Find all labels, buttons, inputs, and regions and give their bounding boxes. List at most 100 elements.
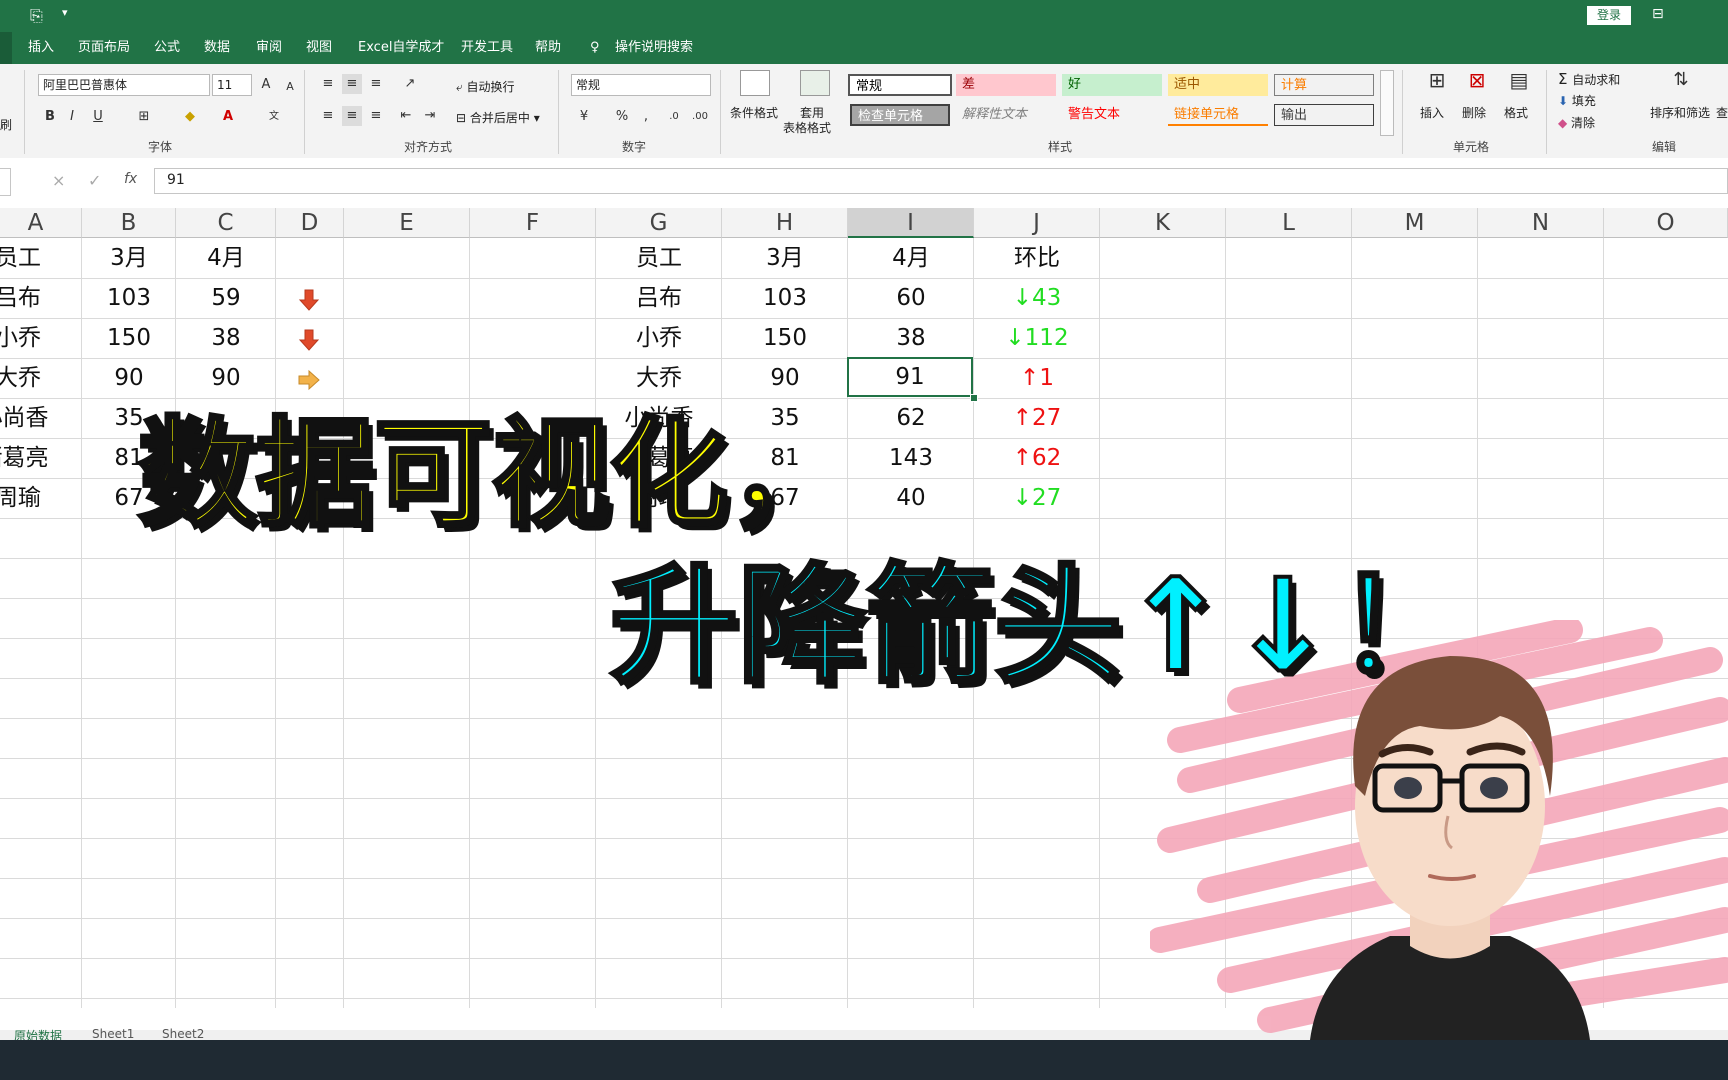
name-box-fragment[interactable] [0, 168, 11, 196]
col-header-d[interactable]: D [276, 208, 344, 238]
tab-data[interactable]: 数据 [204, 32, 230, 64]
cell-j1[interactable]: 环比 [974, 238, 1100, 278]
cell-g1[interactable]: 员工 [596, 238, 722, 278]
col-header-h[interactable]: H [722, 208, 848, 238]
cell-a2[interactable]: 吕布 [0, 278, 58, 318]
cell-i3[interactable]: 38 [848, 318, 974, 358]
font-size-select[interactable]: 11 [212, 74, 252, 96]
col-header-c[interactable]: C [176, 208, 276, 238]
cell-i2[interactable]: 60 [848, 278, 974, 318]
cell-h3[interactable]: 150 [722, 318, 848, 358]
cell-b1[interactable]: 3月 [82, 238, 176, 278]
formula-input[interactable]: 91 [154, 168, 1728, 194]
style-calculation[interactable]: 计算 [1274, 74, 1374, 96]
bold-button[interactable]: B [40, 107, 60, 127]
cell-i5[interactable]: 62 [848, 398, 974, 438]
col-header-e[interactable]: E [344, 208, 470, 238]
align-right-icon[interactable]: ≡ [366, 106, 386, 126]
file-tab-fragment[interactable] [0, 32, 12, 64]
col-header-m[interactable]: M [1352, 208, 1478, 238]
style-output[interactable]: 输出 [1274, 104, 1374, 126]
style-warning[interactable]: 警告文本 [1062, 104, 1162, 126]
cell-a1[interactable]: 员工 [0, 238, 58, 278]
cell-b3[interactable]: 150 [82, 318, 176, 358]
align-left-icon[interactable]: ≡ [318, 106, 338, 126]
cell-i7[interactable]: 40 [848, 478, 974, 518]
col-header-g[interactable]: G [596, 208, 722, 238]
tab-view[interactable]: 视图 [306, 32, 332, 64]
increase-decimal-icon[interactable]: .0 [664, 107, 684, 127]
tell-me-search[interactable]: 操作说明搜索 [615, 32, 693, 64]
cell-i1[interactable]: 4月 [848, 238, 974, 278]
col-header-l[interactable]: L [1226, 208, 1352, 238]
autosum-button[interactable]: Σ 自动求和 [1558, 70, 1620, 88]
clear-button[interactable]: ◆ 清除 [1558, 114, 1595, 131]
style-normal[interactable]: 常规 [848, 74, 952, 96]
border-icon[interactable]: ⊞ [134, 107, 154, 127]
login-button[interactable]: 登录 [1587, 6, 1631, 25]
cell-j4[interactable]: ↑1 [974, 358, 1100, 398]
customize-qat-icon[interactable]: ▾ [62, 6, 68, 19]
cell-c3[interactable]: 38 [176, 318, 276, 358]
cell-c2[interactable]: 59 [176, 278, 276, 318]
grow-font-icon[interactable]: A [256, 75, 276, 95]
find-select-button[interactable]: 查 [1716, 104, 1728, 121]
cell-c1[interactable]: 4月 [176, 238, 276, 278]
cell-a5[interactable]: 小尚香 [0, 398, 64, 438]
underline-button[interactable]: U [88, 107, 108, 127]
cell-g2[interactable]: 吕布 [596, 278, 722, 318]
tab-review[interactable]: 审阅 [256, 32, 282, 64]
conditional-format-button[interactable]: 条件格式 [730, 104, 778, 121]
cell-g3[interactable]: 小乔 [596, 318, 722, 358]
enter-icon[interactable]: ✓ [88, 171, 101, 190]
col-header-k[interactable]: K [1100, 208, 1226, 238]
wrap-text-button[interactable]: ⤶ 自动换行 [456, 78, 515, 95]
cancel-icon[interactable]: × [52, 171, 65, 190]
col-header-j[interactable]: J [974, 208, 1100, 238]
decrease-decimal-icon[interactable]: .00 [690, 107, 710, 127]
merge-center-button[interactable]: ⊟ 合并后居中 ▾ [456, 109, 540, 126]
delete-cells-button[interactable]: 删除 [1462, 104, 1486, 121]
cell-i4-selected[interactable]: 91 [847, 357, 973, 397]
cell-a7[interactable]: 周瑜 [0, 478, 58, 518]
cell-a6[interactable]: 诸葛亮 [0, 438, 64, 478]
font-name-select[interactable]: 阿里巴巴普惠体 [38, 74, 210, 96]
number-format-select[interactable]: 常规 [571, 74, 711, 96]
col-header-a[interactable]: A [0, 208, 82, 238]
cell-i6[interactable]: 143 [848, 438, 974, 478]
cell-j5[interactable]: ↑27 [974, 398, 1100, 438]
table-format-label-2[interactable]: 表格格式 [783, 119, 831, 136]
tab-excel-learn[interactable]: Excel自学成才 [358, 32, 444, 64]
cell-j7[interactable]: ↓27 [974, 478, 1100, 518]
cell-j2[interactable]: ↓43 [974, 278, 1100, 318]
col-header-n[interactable]: N [1478, 208, 1604, 238]
col-header-i[interactable]: I [848, 208, 974, 238]
shrink-font-icon[interactable]: A [280, 77, 300, 97]
styles-scroll[interactable] [1380, 70, 1394, 136]
col-header-b[interactable]: B [82, 208, 176, 238]
quick-access-icon[interactable]: ⎘ [30, 6, 43, 26]
phonetic-icon[interactable]: 文 [264, 107, 284, 127]
tab-insert[interactable]: 插入 [28, 32, 54, 64]
tab-formulas[interactable]: 公式 [154, 32, 180, 64]
align-center-icon[interactable]: ≡ [342, 106, 362, 126]
cell-a4[interactable]: 大乔 [0, 358, 58, 398]
increase-indent-icon[interactable]: ⇥ [420, 106, 440, 126]
tab-page-layout[interactable]: 页面布局 [78, 32, 130, 64]
tab-developer[interactable]: 开发工具 [461, 32, 513, 64]
tab-help[interactable]: 帮助 [535, 32, 561, 64]
italic-button[interactable]: I [62, 107, 82, 127]
font-color-icon[interactable]: A [218, 107, 238, 127]
sort-filter-button[interactable]: 排序和筛选 [1650, 104, 1710, 121]
style-bad[interactable]: 差 [956, 74, 1056, 96]
style-explanatory[interactable]: 解释性文本 [956, 104, 1056, 126]
insert-function-icon[interactable]: fx [124, 171, 137, 187]
cell-h1[interactable]: 3月 [722, 238, 848, 278]
orientation-icon[interactable]: ↗ [400, 74, 420, 94]
style-neutral[interactable]: 适中 [1168, 74, 1268, 96]
cell-j3[interactable]: ↓112 [974, 318, 1100, 358]
col-header-f[interactable]: F [470, 208, 596, 238]
sheet-tab-sheet2[interactable]: Sheet2 [162, 1027, 204, 1041]
align-bottom-icon[interactable]: ≡ [366, 74, 386, 94]
format-painter-fragment[interactable]: 刷 [0, 116, 12, 133]
